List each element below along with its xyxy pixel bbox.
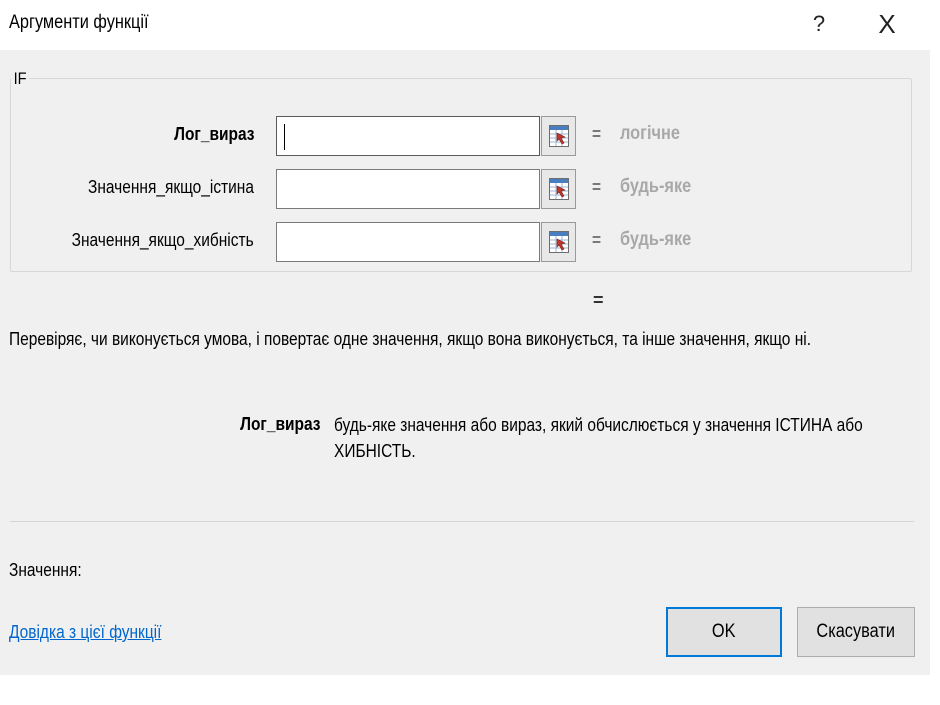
help-button[interactable]: ? [806,6,832,42]
cancel-button[interactable]: Скасувати [797,607,915,657]
divider [10,521,914,522]
cancel-button-label: Скасувати [816,621,896,642]
collapse-dialog-icon [549,125,569,147]
ok-button[interactable]: OK [666,607,782,657]
argument-help-text: будь-яке значення або вираз, який обчисл… [334,415,863,461]
value-if-true-ref-button[interactable] [541,169,576,209]
close-icon: X [878,9,896,39]
value-if-false-ref-button[interactable] [541,222,576,262]
argument-help-name: Лог_вираз [239,414,320,434]
equals-sign: = [592,124,602,144]
arg-label-logical-test: Лог_вираз [173,124,254,144]
value-if-false-input[interactable] [276,222,540,262]
collapse-dialog-icon [549,231,569,253]
function-name: IF [11,69,30,89]
arg-result-logical-test: логічне [620,123,680,144]
formula-result-equals: = [593,290,604,310]
ok-button-label: OK [712,621,736,642]
equals-sign: = [592,230,602,250]
value-if-true-input[interactable] [276,169,540,209]
logical-test-input[interactable] [276,116,540,156]
logical-test-ref-button[interactable] [541,116,576,156]
arg-result-value-if-false: будь-яке [620,229,692,250]
function-description: Перевіряє, чи виконується умова, і повер… [9,329,812,349]
function-help-link[interactable]: Довідка з цієї функції [9,622,161,643]
arg-label-value-if-true: Значення_якщо_істина [88,177,254,197]
arg-result-value-if-true: будь-яке [620,176,692,197]
title-bar[interactable]: Аргументи функції ? X [0,0,930,50]
dialog-title: Аргументи функції [9,12,149,33]
close-button[interactable]: X [872,6,902,42]
collapse-dialog-icon [549,178,569,200]
text-caret [284,124,285,150]
arg-label-value-if-false: Значення_якщо_хибність [71,230,254,250]
function-arguments-dialog: Аргументи функції ? X IF Лог_вираз = лог… [0,0,930,675]
question-mark-icon: ? [812,11,826,36]
formula-result-label: Значення: [9,560,82,580]
equals-sign: = [592,177,602,197]
